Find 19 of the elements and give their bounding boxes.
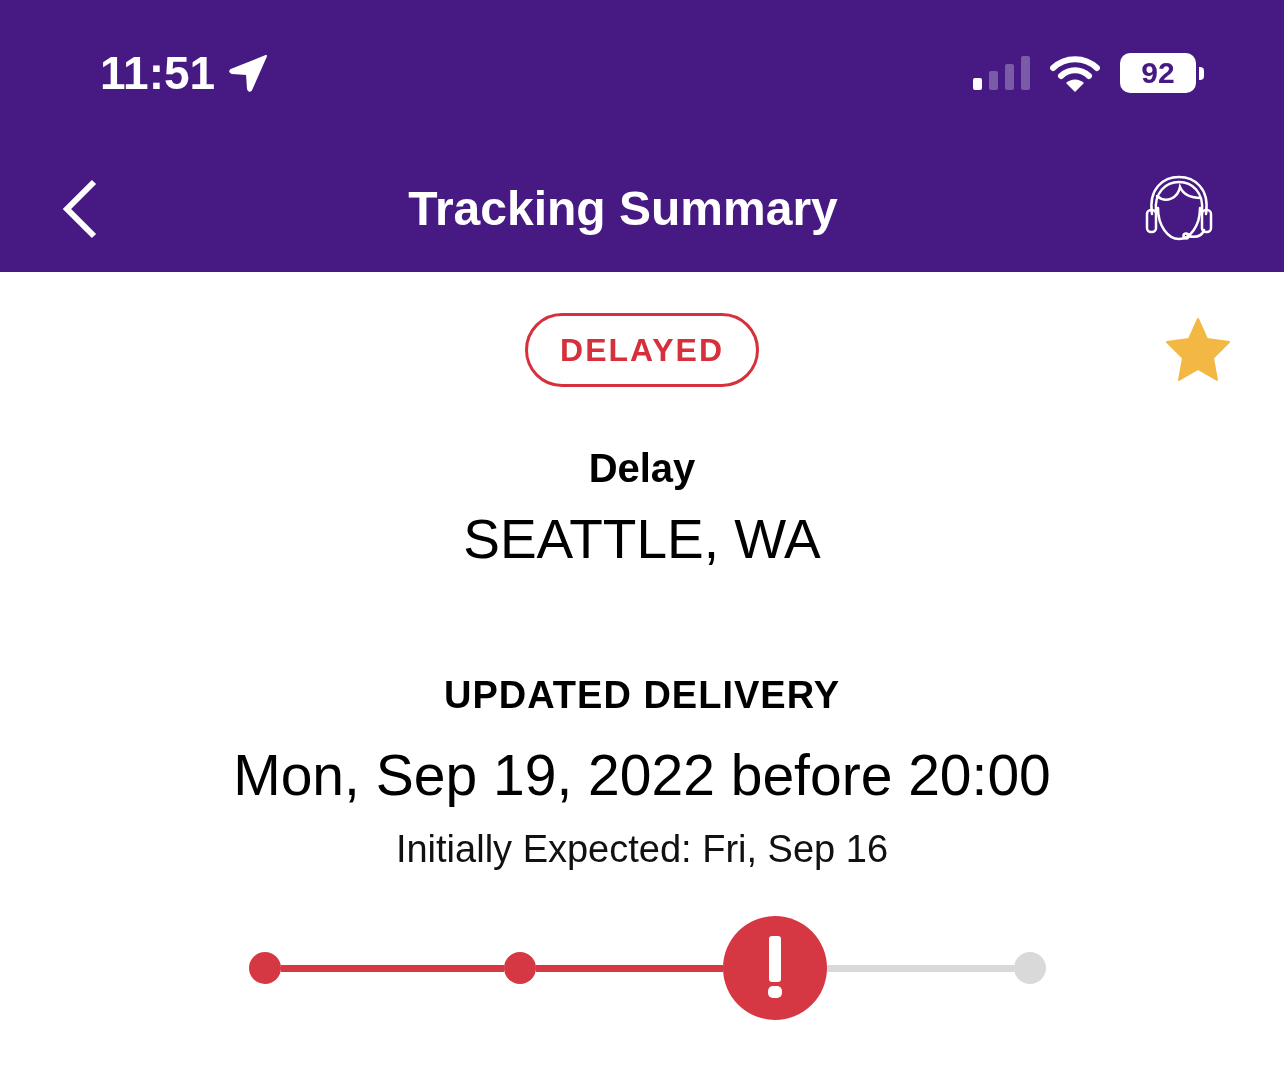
star-icon[interactable] (1165, 318, 1231, 382)
status-badge: DELAYED (525, 313, 759, 387)
event-location: SEATTLE, WA (463, 507, 821, 572)
wifi-icon (1050, 54, 1100, 92)
delivery-date: Mon, Sep 19, 2022 before 20:00 (233, 743, 1051, 807)
initially-expected: Initially Expected: Fri, Sep 16 (395, 827, 889, 871)
battery-percentage: 92 (1120, 53, 1196, 93)
step-dot-icon (1013, 952, 1046, 984)
battery-tip-icon (1199, 66, 1204, 80)
step-dot-icon (503, 952, 536, 984)
event-label: Delay (588, 445, 696, 492)
location-arrow-icon (229, 54, 268, 92)
chevron-left-icon (62, 179, 98, 239)
screen-title: Tracking Summary (408, 181, 838, 238)
signal-icon (973, 56, 1030, 90)
step-dot-icon (248, 952, 281, 984)
status-time: 11:51 (100, 50, 216, 96)
delivery-label: UPDATED DELIVERY (443, 673, 840, 718)
alert-icon (722, 916, 827, 1020)
